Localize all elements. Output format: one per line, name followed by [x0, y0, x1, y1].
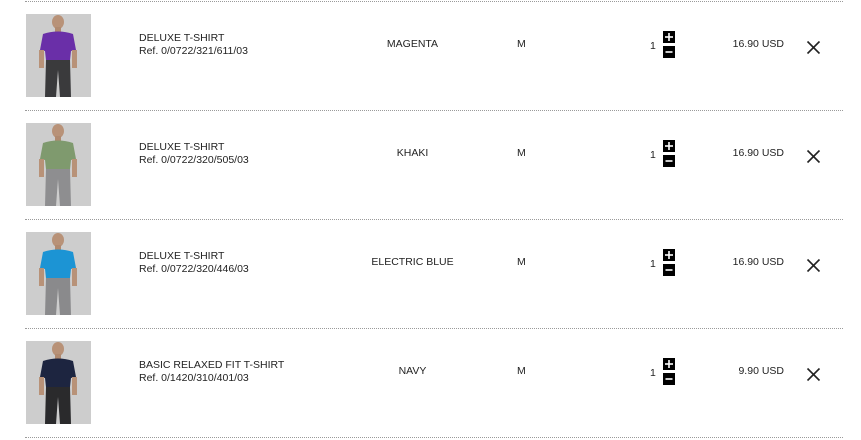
- product-size: M: [517, 256, 526, 268]
- plus-icon: [665, 251, 673, 259]
- decrease-quantity-button[interactable]: [663, 264, 675, 276]
- minus-icon: [665, 269, 673, 271]
- product-price: 16.90 USD: [732, 147, 784, 159]
- product-size: M: [517, 365, 526, 377]
- product-info: DELUXE T-SHIRT Ref. 0/0722/320/446/03: [139, 250, 249, 276]
- product-info: DELUXE T-SHIRT Ref. 0/0722/321/611/03: [139, 32, 248, 58]
- product-name: DELUXE T-SHIRT: [139, 250, 225, 262]
- decrease-quantity-button[interactable]: [663, 155, 675, 167]
- product-thumbnail[interactable]: [26, 123, 91, 206]
- product-thumbnail[interactable]: [26, 232, 91, 315]
- close-icon: [806, 258, 821, 273]
- product-name: DELUXE T-SHIRT: [139, 32, 225, 44]
- plus-icon: [665, 360, 673, 368]
- product-price: 9.90 USD: [738, 365, 784, 377]
- quantity-value: 1: [650, 149, 656, 161]
- product-reference: Ref. 0/0722/320/505/03: [139, 154, 249, 166]
- product-reference: Ref. 0/1420/310/401/03: [139, 372, 249, 384]
- product-name: BASIC RELAXED FIT T-SHIRT: [139, 359, 285, 371]
- cart-item-row: DELUXE T-SHIRT Ref. 0/0722/320/505/03 KH…: [0, 109, 861, 218]
- close-icon: [806, 149, 821, 164]
- minus-icon: [665, 51, 673, 53]
- product-reference: Ref. 0/0722/320/446/03: [139, 263, 249, 275]
- product-size: M: [517, 38, 526, 50]
- increase-quantity-button[interactable]: [663, 249, 675, 261]
- cart-item-row: DELUXE T-SHIRT Ref. 0/0722/321/611/03 MA…: [0, 0, 861, 109]
- remove-item-button[interactable]: [806, 367, 821, 382]
- product-name: DELUXE T-SHIRT: [139, 141, 225, 153]
- quantity-value: 1: [650, 40, 656, 52]
- quantity-value: 1: [650, 258, 656, 270]
- product-size: M: [517, 147, 526, 159]
- decrease-quantity-button[interactable]: [663, 46, 675, 58]
- increase-quantity-button[interactable]: [663, 140, 675, 152]
- product-price: 16.90 USD: [732, 38, 784, 50]
- product-color: NAVY: [398, 365, 427, 377]
- product-info: DELUXE T-SHIRT Ref. 0/0722/320/505/03: [139, 141, 249, 167]
- close-icon: [806, 367, 821, 382]
- plus-icon: [665, 33, 673, 41]
- close-icon: [806, 40, 821, 55]
- remove-item-button[interactable]: [806, 149, 821, 164]
- product-thumbnail[interactable]: [26, 341, 91, 424]
- decrease-quantity-button[interactable]: [663, 373, 675, 385]
- remove-item-button[interactable]: [806, 258, 821, 273]
- product-color: KHAKI: [396, 147, 429, 159]
- product-reference: Ref. 0/0722/321/611/03: [139, 45, 248, 57]
- product-color: MAGENTA: [386, 38, 439, 50]
- product-info: BASIC RELAXED FIT T-SHIRT Ref. 0/1420/31…: [139, 359, 284, 385]
- row-divider: [25, 437, 843, 438]
- minus-icon: [665, 378, 673, 380]
- product-price: 16.90 USD: [732, 256, 784, 268]
- product-thumbnail[interactable]: [26, 14, 91, 97]
- remove-item-button[interactable]: [806, 40, 821, 55]
- plus-icon: [665, 142, 673, 150]
- minus-icon: [665, 160, 673, 162]
- increase-quantity-button[interactable]: [663, 358, 675, 370]
- increase-quantity-button[interactable]: [663, 31, 675, 43]
- cart-item-row: BASIC RELAXED FIT T-SHIRT Ref. 0/1420/31…: [0, 327, 861, 436]
- cart-item-row: DELUXE T-SHIRT Ref. 0/0722/320/446/03 EL…: [0, 218, 861, 327]
- product-color: ELECTRIC BLUE: [371, 256, 454, 268]
- quantity-value: 1: [650, 367, 656, 379]
